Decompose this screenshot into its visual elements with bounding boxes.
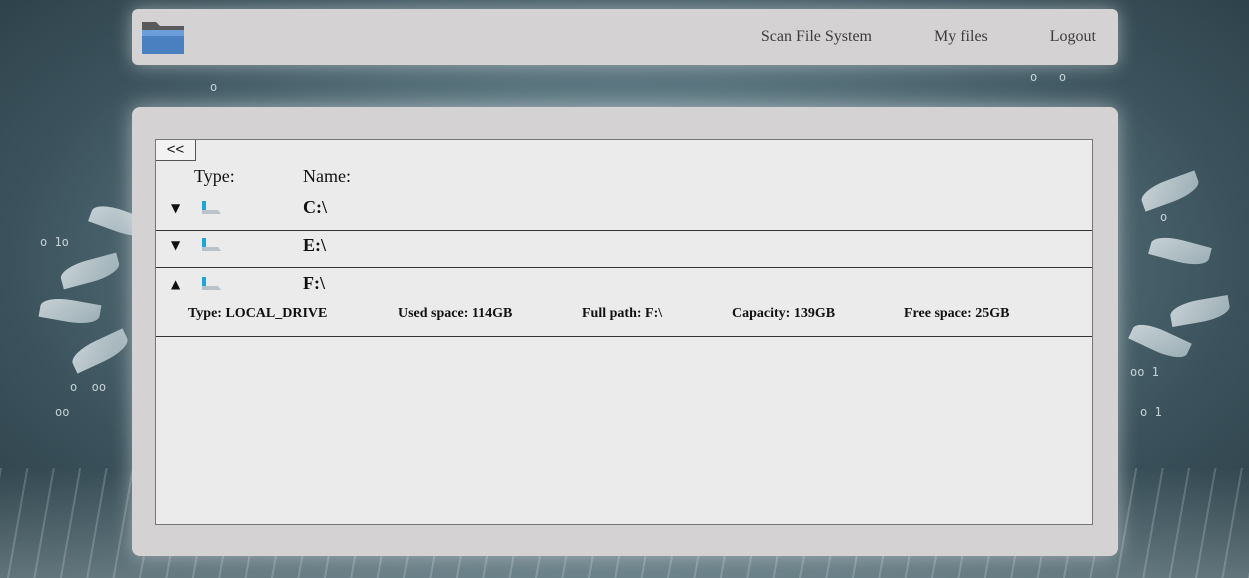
collapse-toggle-icon[interactable]: ▲ (171, 277, 180, 291)
drive-name[interactable]: F:\ (303, 273, 325, 294)
nav-my-files[interactable]: My files (934, 28, 988, 46)
drive-icon (202, 277, 221, 290)
drive-icon (202, 238, 221, 251)
expand-toggle-icon[interactable]: ▼ (171, 201, 180, 215)
drive-type: Type: LOCAL_DRIVE (188, 306, 328, 321)
drive-icon (202, 201, 221, 214)
top-navbar: Scan File System My files Logout (132, 9, 1118, 65)
main-panel: << Type: Name: ▼ C:\ ▼ E:\ ▲ F:\ Type: L… (132, 107, 1118, 556)
folder-icon[interactable] (140, 16, 186, 56)
drive-row-c[interactable]: Type: Name: ▼ C:\ (156, 140, 1092, 231)
drive-name[interactable]: C:\ (303, 197, 327, 218)
drive-free-space: Free space: 25GB (904, 306, 1010, 321)
nav-logout[interactable]: Logout (1050, 28, 1096, 46)
file-browser: << Type: Name: ▼ C:\ ▼ E:\ ▲ F:\ Type: L… (155, 139, 1093, 525)
expand-toggle-icon[interactable]: ▼ (171, 238, 180, 252)
nav-scan-file-system[interactable]: Scan File System (761, 28, 872, 46)
type-column-header: Type: (194, 166, 235, 186)
drive-row-f[interactable]: ▲ F:\ Type: LOCAL_DRIVE Used space: 114G… (156, 267, 1092, 337)
drive-capacity: Capacity: 139GB (732, 306, 836, 321)
drive-full-path: Full path: F:\ (582, 306, 663, 321)
name-column-header: Name: (303, 166, 351, 186)
drive-name[interactable]: E:\ (303, 235, 326, 256)
nav-menu: Scan File System My files Logout (699, 9, 1096, 65)
drive-used-space: Used space: 114GB (398, 306, 513, 321)
drive-row-e[interactable]: ▼ E:\ (156, 230, 1092, 268)
